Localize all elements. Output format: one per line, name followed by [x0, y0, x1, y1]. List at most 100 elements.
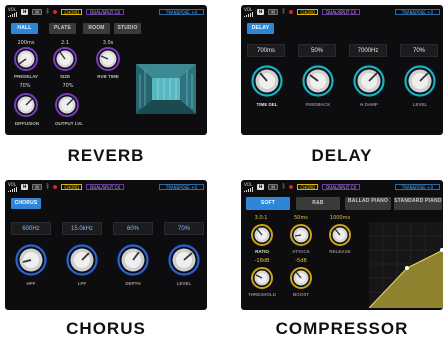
reverb-panel: VOL H M ᛒ CHORD DUAL/SPLIT CX TRANSPOSE … [5, 5, 207, 135]
hpf-value: 600Hz [11, 222, 51, 235]
dual-split-button[interactable]: DUAL/SPLIT CX [322, 9, 361, 15]
release-label: RELEASE [329, 249, 351, 254]
record-icon[interactable] [53, 10, 58, 14]
rvb-time-value: 3.0s [102, 40, 114, 46]
tab-ballad-piano[interactable]: BALLAD PIANO [345, 197, 391, 210]
time-del-value: 700ms [247, 44, 285, 57]
size-knob[interactable] [53, 47, 77, 71]
attack-label: ATTACK [292, 249, 310, 254]
m-chip[interactable]: M [268, 9, 278, 15]
bluetooth-icon: ᛒ [281, 183, 286, 190]
compression-curve-graph[interactable] [369, 222, 443, 308]
transpose-button[interactable]: TRANSPOSE +0 [394, 184, 440, 190]
rvb-time-label: RVB TIME [97, 74, 119, 79]
threshold-value: -18dB [254, 258, 270, 264]
output-lvl-knob[interactable] [55, 93, 79, 117]
transpose-button[interactable]: TRANSPOSE +0 [158, 9, 204, 15]
attack-knob[interactable] [290, 224, 312, 246]
chord-button[interactable]: CHORD [61, 9, 83, 15]
compressor-panel: VOL H M ᛒ CHORD DUAL/SPLIT CX TRANSPOSE … [241, 180, 443, 310]
volume-bars-icon [8, 11, 17, 17]
depth-label: DEPTH [125, 281, 141, 286]
volume-bars-icon [244, 11, 253, 17]
transpose-button[interactable]: TRANSPOSE +0 [394, 9, 440, 15]
ratio-label: RATIO [255, 249, 269, 254]
level-label: LEVEL [412, 102, 428, 107]
feedback-value: 50% [298, 44, 336, 57]
status-bar: VOL H M ᛒ CHORD DUAL/SPLIT CX TRANSPOSE … [241, 180, 443, 194]
h-chip[interactable]: H [21, 184, 29, 190]
transpose-button[interactable]: TRANSPOSE +0 [158, 184, 204, 190]
chord-button[interactable]: CHORD [297, 9, 319, 15]
tab-soft[interactable]: SOFT [246, 197, 290, 210]
compressor-caption: COMPRESSOR [275, 319, 409, 338]
diffusion-knob[interactable] [14, 93, 38, 117]
boost-label: BOOST [292, 292, 309, 297]
chorus-caption: CHORUS [66, 319, 146, 338]
h-chip[interactable]: H [257, 184, 265, 190]
chord-button[interactable]: CHORD [297, 184, 319, 190]
h-chip[interactable]: H [257, 9, 265, 15]
record-icon[interactable] [289, 10, 294, 14]
bluetooth-icon: ᛒ [281, 8, 286, 15]
bluetooth-icon: ᛒ [45, 183, 50, 190]
time-del-label: TIME DEL [256, 102, 278, 107]
record-icon[interactable] [289, 185, 294, 189]
chorus-level-knob[interactable] [168, 244, 200, 276]
m-chip[interactable]: M [32, 184, 42, 190]
dual-split-button[interactable]: DUAL/SPLIT CX [86, 184, 125, 190]
size-value: 2:1 [60, 40, 70, 46]
h-chip[interactable]: H [21, 9, 29, 15]
volume-indicator: VOL [244, 7, 253, 17]
status-bar: VOL H M ᛒ CHORD DUAL/SPLIT CX TRANSPOSE … [241, 5, 443, 19]
chord-button[interactable]: CHORD [61, 184, 83, 190]
hpf-knob[interactable] [15, 244, 47, 276]
volume-indicator: VOL [8, 7, 17, 17]
status-bar: VOL H M ᛒ CHORD DUAL/SPLIT CX TRANSPOSE … [5, 5, 207, 19]
predelay-value: 200ms [17, 40, 35, 46]
record-icon[interactable] [53, 185, 58, 189]
m-chip[interactable]: M [268, 184, 278, 190]
tab-room[interactable]: ROOM [83, 23, 110, 34]
threshold-point [405, 266, 409, 270]
m-chip[interactable]: M [32, 9, 42, 15]
lpf-label: LPF [77, 281, 87, 286]
tab-standard-piano[interactable]: STANDARD PIANO [394, 197, 442, 210]
diffusion-label: DIFFUSION [14, 121, 40, 126]
level-knob[interactable] [404, 65, 436, 97]
attack-value: 50ms [294, 215, 308, 221]
dual-split-button[interactable]: DUAL/SPLIT CX [86, 9, 125, 15]
output-lvl-value: 70% [62, 83, 74, 89]
delay-panel: VOL H M ᛒ CHORD DUAL/SPLIT CX TRANSPOSE … [241, 5, 443, 135]
release-value: 1000ms [329, 215, 351, 221]
ratio-knob[interactable] [251, 224, 273, 246]
room-illustration [136, 64, 196, 114]
lpf-value: 15.0kHz [62, 222, 102, 235]
tab-chorus[interactable]: CHORUS [11, 198, 41, 209]
tab-plate[interactable]: PLATE [49, 23, 76, 34]
tab-studio[interactable]: STUDIO [114, 23, 141, 34]
lpf-knob[interactable] [66, 244, 98, 276]
rvb-time-knob[interactable] [96, 47, 120, 71]
time-del-knob[interactable] [251, 65, 283, 97]
boost-knob[interactable] [290, 267, 312, 289]
tab-delay[interactable]: DELAY [247, 23, 274, 34]
volume-bars-icon [244, 186, 253, 192]
predelay-knob[interactable] [14, 47, 38, 71]
dual-split-button[interactable]: DUAL/SPLIT CX [322, 184, 361, 190]
threshold-knob[interactable] [251, 267, 273, 289]
diffusion-value: 70% [19, 83, 31, 89]
output-lvl-label: OUTPUT LVL [55, 121, 83, 126]
feedback-knob[interactable] [302, 65, 334, 97]
delay-caption: DELAY [311, 146, 373, 165]
threshold-label: THRESHOLD [248, 292, 276, 297]
depth-value: 60% [113, 222, 153, 235]
tab-hall[interactable]: HALL [11, 23, 38, 34]
volume-indicator: VOL [244, 182, 253, 192]
release-knob[interactable] [329, 224, 351, 246]
depth-knob[interactable] [117, 244, 149, 276]
h-damp-value: 7000Hz [349, 44, 387, 57]
h-damp-knob[interactable] [353, 65, 385, 97]
chorus-level-label: LEVEL [176, 281, 192, 286]
tab-rnb[interactable]: R&B [296, 197, 340, 210]
